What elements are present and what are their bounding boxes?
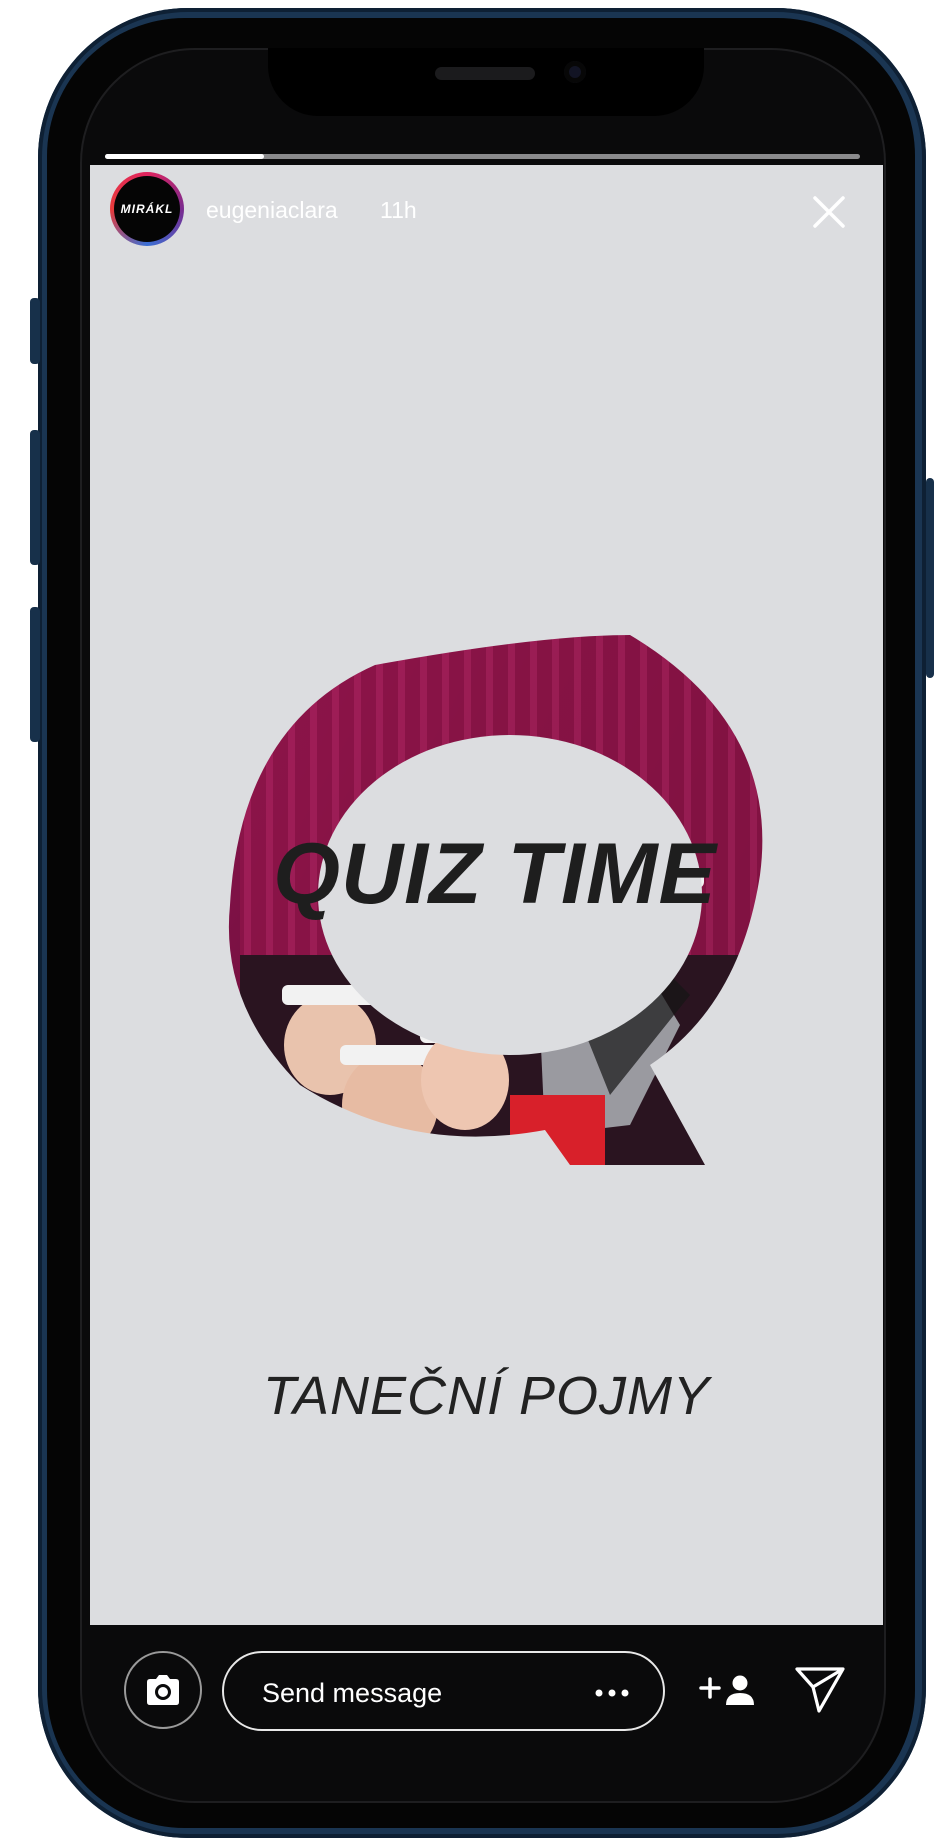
silent-switch [30,298,40,364]
camera-button[interactable] [124,1651,202,1729]
quiz-subtitle: TANEČNÍ POJMY [262,1366,711,1426]
story-username[interactable]: eugeniaclara [206,197,338,224]
quiz-title: QUIZ TIME [273,826,717,922]
power-button [926,478,934,678]
earpiece-speaker [435,67,535,80]
story-progress-fill [105,154,264,159]
send-message-placeholder: Send message [262,1678,443,1708]
add-friend-icon[interactable] [698,1673,758,1707]
volume-down-button [30,607,40,742]
reply-bar: Send message [80,1625,886,1785]
camera-icon [147,1675,179,1705]
send-message-input[interactable]: Send message [222,1651,665,1731]
send-icon[interactable] [793,1665,847,1715]
story-timestamp: 11h [380,197,417,223]
volume-up-button [30,430,40,565]
close-icon[interactable] [812,195,846,229]
front-camera [564,61,586,83]
story-content[interactable]: QUIZ TIME TANEČNÍ POJMY MIRÁKL eugeniacl… [90,165,883,1625]
avatar[interactable]: MIRÁKL [110,172,184,246]
avatar-logo: MIRÁKL [114,176,180,242]
notch [268,48,704,116]
more-horizontal-icon[interactable] [594,1689,630,1697]
story-progress-bar [105,154,860,159]
